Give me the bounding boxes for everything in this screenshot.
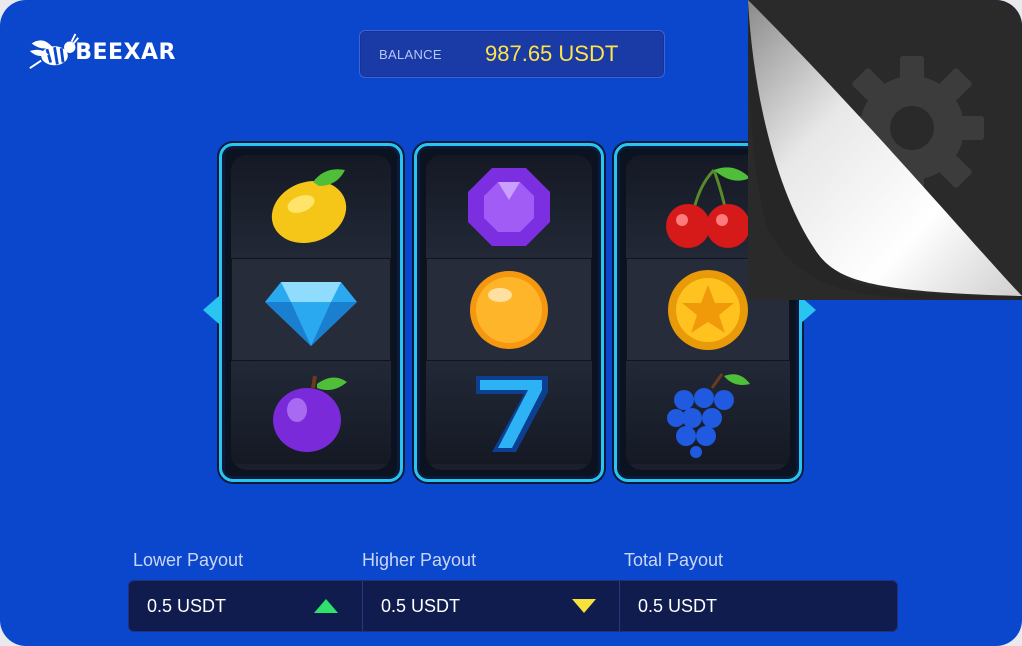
star-coin-icon <box>668 269 748 350</box>
reel-3-cell-bottom <box>626 361 790 464</box>
higher-payout-field[interactable]: 0.5 USDT <box>362 581 620 631</box>
brand-name: BEEXAR <box>75 39 176 65</box>
reel-2-cell-bottom <box>426 361 592 464</box>
total-payout-field: 0.5 USDT <box>619 581 896 631</box>
arrow-up-icon[interactable] <box>314 599 338 613</box>
lemon-icon <box>271 168 347 243</box>
balance-value: 987.65 USDT <box>485 41 619 66</box>
higher-payout-label: Higher Payout <box>362 550 477 570</box>
reel-1-cell-top <box>231 155 391 258</box>
cherries-icon <box>666 166 750 248</box>
balance-label: BALANCE <box>379 47 442 62</box>
higher-payout-value: 0.5 USDT <box>381 595 461 616</box>
reel-right-arrow <box>800 296 816 324</box>
lower-payout-label: Lower Payout <box>133 550 244 570</box>
brand-logo: BEEXAR <box>26 28 176 76</box>
arrow-down-icon[interactable] <box>572 599 596 613</box>
payout-bar: 0.5 USDT 0.5 USDT 0.5 USDT <box>128 580 898 632</box>
lower-payout-value: 0.5 USDT <box>147 595 227 616</box>
seven-icon <box>476 375 548 452</box>
reel-2 <box>414 143 604 482</box>
purple-gem-icon <box>468 167 550 246</box>
slot-game-card: BEEXAR BALANCE 987.65 USDT Lower Payout … <box>0 0 1022 646</box>
reel-2-cell-top <box>426 155 592 258</box>
page-curl-flap <box>748 0 1022 300</box>
balance-box: BALANCE 987.65 USDT <box>359 30 665 78</box>
diamond-icon <box>265 281 357 346</box>
reel-2-cell-mid <box>426 258 592 361</box>
reel-1 <box>219 143 403 482</box>
plum-icon <box>273 375 347 452</box>
orange-icon <box>470 270 548 349</box>
total-payout-label: Total Payout <box>624 550 724 570</box>
lower-payout-field[interactable]: 0.5 USDT <box>129 581 362 631</box>
bee-logo-icon <box>29 33 80 69</box>
grapes-icon <box>667 372 750 458</box>
reel-1-cell-mid <box>231 258 391 361</box>
reel-1-cell-bottom <box>231 361 391 464</box>
reel-left-arrow <box>203 296 219 324</box>
total-payout-value: 0.5 USDT <box>638 595 718 616</box>
